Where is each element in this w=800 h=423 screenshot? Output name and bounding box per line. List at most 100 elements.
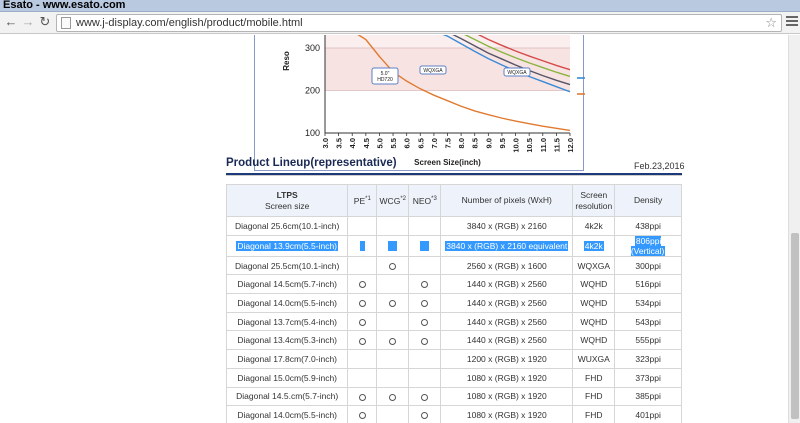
x-tick-label: 3.5 bbox=[335, 138, 344, 148]
table-row: Diagonal 25.6cm(10.1-inch) 3840 x (RGB) x… bbox=[225, 216, 682, 236]
page-content: 100 200 300 Reso 3.0 3.5 4.0 4.5 5.0 5.5 6.0 6.5 7.0… bbox=[0, 35, 788, 423]
address-bar[interactable]: www.j-display.com/english/product/mobile… bbox=[56, 14, 782, 32]
cell-screen-size: Diagonal 14.0cm(5.5-inch) bbox=[225, 405, 349, 423]
circle-mark-icon bbox=[358, 300, 366, 308]
reload-icon[interactable]: ↻ bbox=[37, 14, 53, 30]
y-tick-label: 200 bbox=[305, 86, 320, 96]
cell-pe bbox=[347, 255, 378, 276]
cell-neo bbox=[408, 311, 442, 332]
header-wcg-sup: *2 bbox=[400, 196, 406, 203]
cell-neo bbox=[408, 255, 442, 276]
cell-wcg bbox=[376, 255, 410, 276]
cell-density-text: 401ppi bbox=[635, 410, 661, 421]
menu-icon[interactable] bbox=[786, 16, 798, 28]
cell-pe bbox=[347, 386, 378, 407]
resolution-chart: 100 200 300 Reso 3.0 3.5 4.0 4.5 5.0 5.5 6.0 6.5 7.0… bbox=[254, 35, 585, 171]
y-tick-label: 100 bbox=[305, 128, 320, 138]
cell-resolution-text: WQHD bbox=[580, 279, 608, 290]
callout-wqxga-text-2: WQXGA bbox=[507, 70, 527, 76]
circle-mark-icon bbox=[358, 393, 366, 401]
cell-pe bbox=[347, 216, 378, 236]
cell-wcg bbox=[376, 274, 410, 295]
back-arrow-icon[interactable]: ← bbox=[3, 14, 19, 30]
cell-pixels-text: 1080 x (RGB) x 1920 bbox=[466, 372, 547, 383]
window-title-bar[interactable]: Esato - www.esato.com bbox=[0, 0, 800, 12]
cell-resolution-text: FHD bbox=[585, 391, 603, 402]
cell-screen-size-text: Diagonal 17.8cm(7.0-inch) bbox=[237, 353, 338, 364]
x-tick-label: 4.5 bbox=[362, 138, 371, 148]
cell-neo bbox=[408, 216, 442, 236]
cell-wcg bbox=[376, 386, 410, 407]
cell-resolution: WQHD bbox=[572, 293, 616, 313]
table-body: Diagonal 25.6cm(10.1-inch) 3840 x (RGB) x… bbox=[225, 216, 682, 423]
cell-resolution: 4k2k bbox=[572, 216, 616, 236]
header-neo: NEO*3 bbox=[408, 184, 442, 217]
callout-wqxga-text-1: WQXGA bbox=[423, 68, 443, 74]
cell-resolution-text: 4k2k bbox=[584, 220, 603, 231]
x-tick-label: 4.0 bbox=[348, 138, 357, 148]
cell-neo bbox=[408, 234, 442, 257]
circle-mark-icon bbox=[421, 281, 429, 289]
scrollbar-thumb[interactable] bbox=[791, 233, 799, 419]
cell-screen-size: Diagonal 17.8cm(7.0-inch) bbox=[225, 349, 349, 369]
cell-pe bbox=[347, 274, 378, 295]
table-row: Diagonal 25.5cm(10.1-inch) 2560 x (RGB) x… bbox=[225, 255, 682, 276]
cell-density-text: 806ppi (Vertical) bbox=[630, 235, 666, 256]
cell-pixels-text: 1440 x (RGB) x 2560 bbox=[466, 316, 547, 327]
header-ltps: LTPS bbox=[276, 189, 298, 200]
table-row: Diagonal 14.5.cm(5.7-inch) 1080 x (RGB) x… bbox=[225, 386, 682, 407]
cell-screen-size-text: Diagonal 15.0cm(5.9-inch) bbox=[237, 372, 338, 383]
cell-neo bbox=[408, 330, 442, 351]
cell-screen-size-text: Diagonal 13.7cm(5.4-inch) bbox=[237, 316, 338, 327]
cell-neo bbox=[408, 367, 442, 388]
header-neo-label: NEO bbox=[412, 195, 432, 206]
header-pe-sup: *1 bbox=[365, 196, 371, 203]
table-row: Diagonal 13.4cm(5.3-inch) 1440 x (RGB) x … bbox=[225, 330, 682, 351]
cell-pixels: 2560 x (RGB) x 1600 bbox=[440, 255, 574, 276]
forward-arrow-icon[interactable]: → bbox=[20, 14, 36, 30]
circle-mark-icon bbox=[421, 318, 429, 326]
cell-resolution: 4k2k bbox=[572, 234, 616, 257]
section-divider-shadow bbox=[226, 175, 682, 176]
cell-pe bbox=[347, 330, 378, 351]
cell-resolution: WQHD bbox=[572, 330, 616, 351]
cell-wcg bbox=[376, 330, 410, 351]
bookmark-star-icon[interactable]: ☆ bbox=[765, 15, 777, 31]
cell-neo bbox=[408, 405, 442, 423]
cell-screen-size-text: Diagonal 25.6cm(10.1-inch) bbox=[234, 220, 340, 231]
cell-resolution: FHD bbox=[572, 386, 616, 407]
cell-pixels: 3840 x (RGB) x 2160 equivalent bbox=[440, 234, 574, 257]
circle-mark-icon bbox=[358, 337, 366, 345]
circle-mark-icon bbox=[389, 262, 397, 270]
cell-neo bbox=[408, 274, 442, 295]
cell-wcg bbox=[376, 293, 410, 313]
section-title: Product Lineup(representative) bbox=[226, 157, 397, 169]
cell-screen-size: Diagonal 13.7cm(5.4-inch) bbox=[225, 311, 349, 332]
cell-screen-size: Diagonal 13.9cm(5.5-inch) bbox=[225, 234, 349, 257]
cell-pixels-text: 1200 x (RGB) x 1920 bbox=[466, 353, 547, 364]
url-text: www.j-display.com/english/product/mobile… bbox=[76, 17, 303, 29]
circle-mark-icon bbox=[421, 337, 429, 345]
cell-pixels-text: 1080 x (RGB) x 1920 bbox=[466, 410, 547, 421]
cell-density: 373ppi bbox=[614, 367, 682, 388]
vertical-scrollbar[interactable] bbox=[788, 35, 800, 423]
x-tick-label: 3.0 bbox=[321, 138, 330, 148]
cell-pixels-text: 1440 x (RGB) x 2560 bbox=[466, 279, 547, 290]
x-tick-label: 12.0 bbox=[566, 138, 575, 153]
cell-density-text: 300ppi bbox=[635, 260, 661, 271]
circle-mark-icon bbox=[421, 393, 429, 401]
table-row: Diagonal 14.0cm(5.5-inch) 1080 x (RGB) x … bbox=[225, 405, 682, 423]
cell-pixels: 1080 x (RGB) x 1920 bbox=[440, 386, 574, 407]
cell-resolution: FHD bbox=[572, 367, 616, 388]
cell-screen-size: Diagonal 14.5.cm(5.7-inch) bbox=[225, 386, 349, 407]
section-date: Feb.23,2016 bbox=[634, 161, 685, 171]
circle-mark-icon bbox=[358, 318, 366, 326]
cell-pe bbox=[347, 311, 378, 332]
cell-density: 323ppi bbox=[614, 349, 682, 369]
cell-density-text: 373ppi bbox=[635, 372, 661, 383]
cell-resolution: FHD bbox=[572, 405, 616, 423]
cell-resolution-text: 4k2k bbox=[583, 240, 604, 251]
cell-pixels: 1440 x (RGB) x 2560 bbox=[440, 274, 574, 295]
x-tick-label: 8.0 bbox=[457, 138, 466, 148]
cell-density: 534ppi bbox=[614, 293, 682, 313]
